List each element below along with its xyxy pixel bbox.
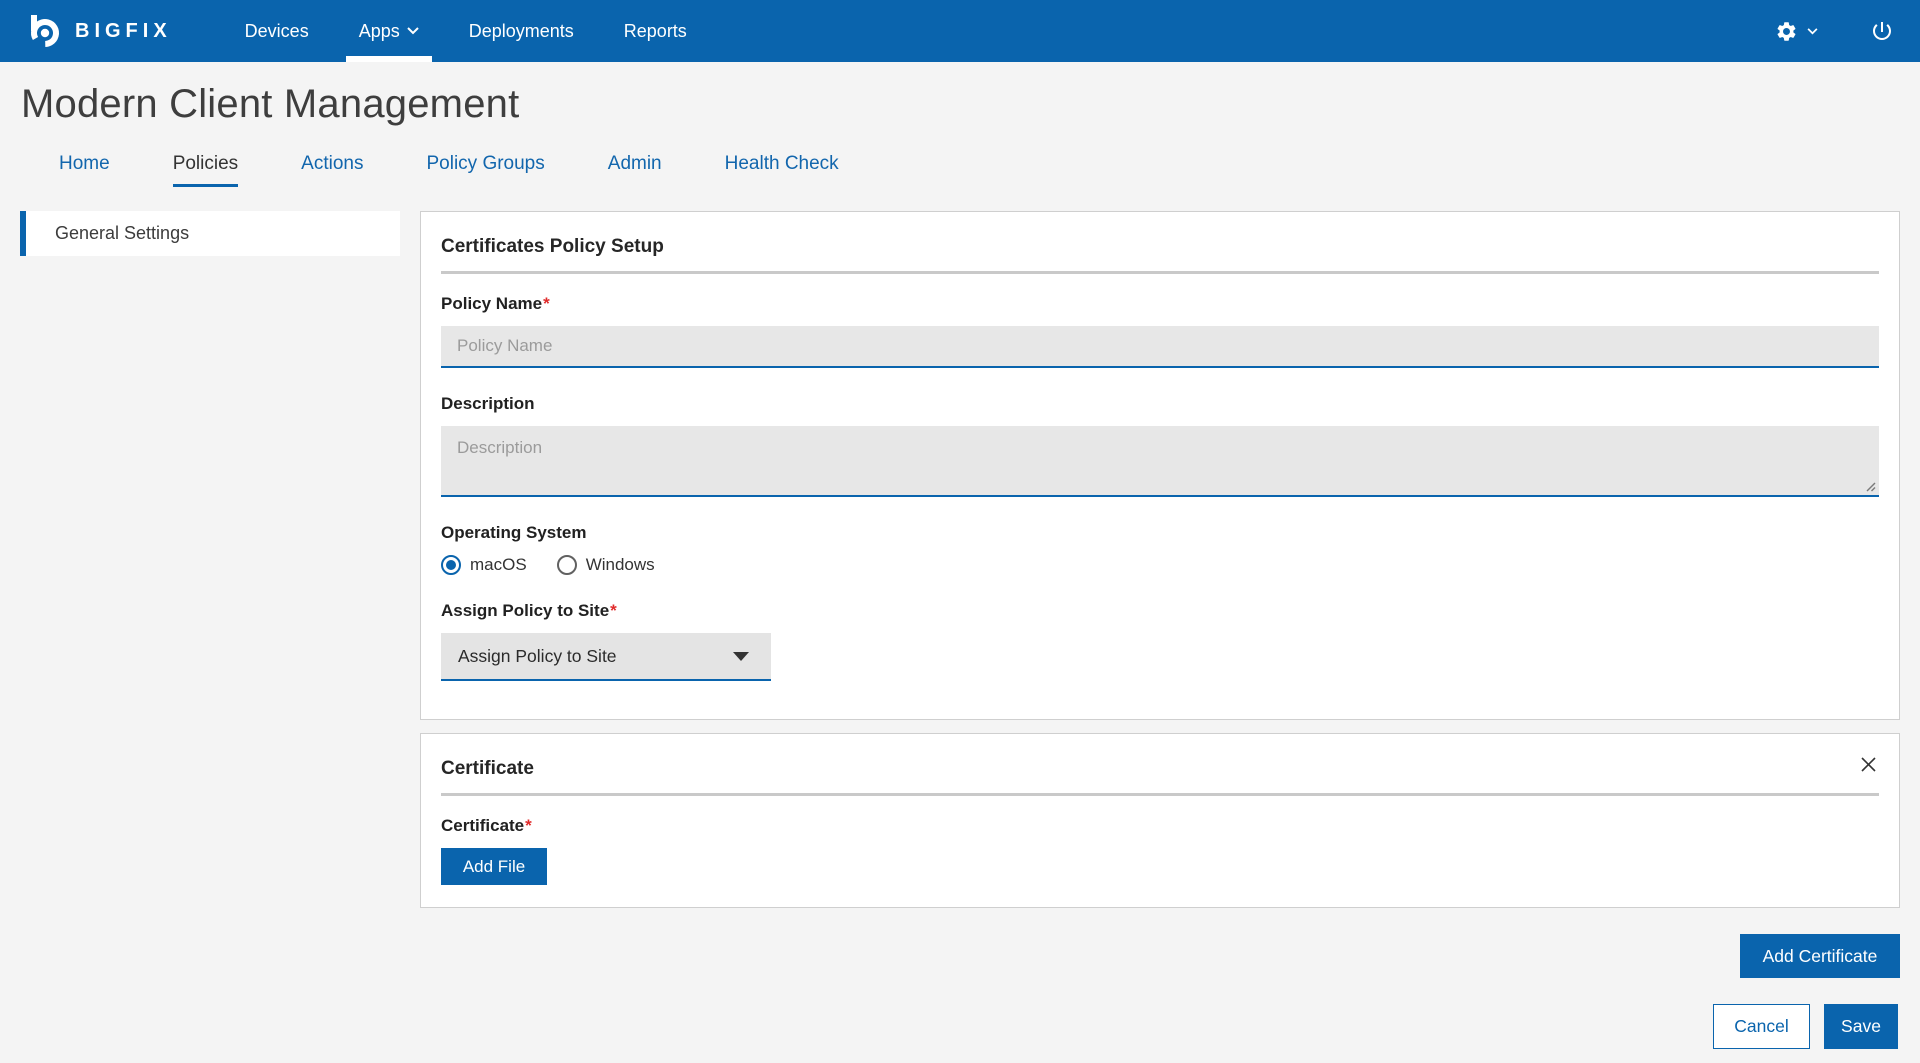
nav-item-apps[interactable]: Apps [334, 0, 444, 62]
tab-policy-groups[interactable]: Policy Groups [426, 153, 544, 187]
sidebar-item-general-settings[interactable]: General Settings [20, 211, 400, 256]
divider [441, 271, 1879, 274]
tab-bar: Home Policies Actions Policy Groups Admi… [0, 153, 1920, 187]
description-label: Description [441, 394, 1879, 414]
certificates-policy-setup-card: Certificates Policy Setup Policy Name* D… [420, 211, 1900, 720]
main-panel: Certificates Policy Setup Policy Name* D… [420, 211, 1900, 978]
brand[interactable]: BIGFIX [26, 0, 172, 62]
bigfix-logo-icon [26, 13, 63, 50]
logout-button[interactable] [1870, 19, 1894, 43]
radio-macos[interactable]: macOS [441, 555, 527, 575]
settings-menu-button[interactable] [1775, 20, 1818, 43]
add-file-button[interactable]: Add File [441, 848, 547, 885]
page-title: Modern Client Management [0, 62, 1920, 127]
nav-right-controls [1775, 0, 1894, 62]
radio-selected-icon [441, 555, 461, 575]
sidebar: General Settings [20, 211, 400, 256]
add-certificate-button[interactable]: Add Certificate [1740, 934, 1900, 978]
tab-policies[interactable]: Policies [173, 153, 238, 187]
tab-admin[interactable]: Admin [608, 153, 662, 187]
add-certificate-row: Add Certificate [420, 934, 1900, 978]
save-cancel-row: Cancel Save [0, 1004, 1920, 1063]
required-asterisk: * [525, 816, 532, 835]
brand-name: BIGFIX [75, 20, 172, 43]
certificate-card: Certificate Certificate* Add File [420, 733, 1900, 908]
nav-item-devices[interactable]: Devices [220, 0, 334, 62]
certificate-file-label: Certificate* [441, 816, 1879, 836]
tab-actions[interactable]: Actions [301, 153, 363, 187]
description-textarea[interactable] [441, 426, 1879, 497]
radio-windows[interactable]: Windows [557, 555, 655, 575]
content-area: General Settings Certificates Policy Set… [0, 187, 1920, 978]
nav-item-deployments[interactable]: Deployments [444, 0, 599, 62]
operating-system-radio-group: macOS Windows [441, 555, 1879, 575]
required-asterisk: * [610, 601, 617, 620]
assign-site-label: Assign Policy to Site* [441, 601, 1879, 621]
assign-site-selected-value: Assign Policy to Site [458, 646, 617, 667]
tab-health-check[interactable]: Health Check [725, 153, 839, 187]
tab-home[interactable]: Home [59, 153, 110, 187]
operating-system-field-group: Operating System macOS Windows [441, 523, 1879, 575]
nav-item-apps-label: Apps [359, 21, 400, 42]
certificate-card-title: Certificate [441, 754, 534, 793]
close-certificate-button[interactable] [1858, 754, 1879, 775]
operating-system-label: Operating System [441, 523, 1879, 543]
main-nav: Devices Apps Deployments Reports [220, 0, 712, 62]
radio-unselected-icon [557, 555, 577, 575]
save-button[interactable]: Save [1824, 1004, 1898, 1049]
policy-name-field-group: Policy Name* [441, 294, 1879, 368]
caret-down-icon [733, 652, 749, 661]
power-icon [1870, 19, 1894, 43]
close-icon [1860, 761, 1877, 776]
chevron-down-icon [1807, 28, 1818, 35]
assign-site-select[interactable]: Assign Policy to Site [441, 633, 771, 681]
assign-site-field-group: Assign Policy to Site* Assign Policy to … [441, 601, 1879, 681]
setup-card-title: Certificates Policy Setup [441, 232, 1879, 271]
required-asterisk: * [543, 294, 550, 313]
policy-name-input[interactable] [441, 326, 1879, 368]
policy-name-label: Policy Name* [441, 294, 1879, 314]
divider [441, 793, 1879, 796]
description-field-group: Description [441, 394, 1879, 497]
top-nav: BIGFIX Devices Apps Deployments Reports [0, 0, 1920, 62]
cancel-button[interactable]: Cancel [1713, 1004, 1810, 1049]
chevron-down-icon [407, 27, 419, 35]
nav-item-reports[interactable]: Reports [599, 0, 712, 62]
gear-icon [1775, 20, 1798, 43]
